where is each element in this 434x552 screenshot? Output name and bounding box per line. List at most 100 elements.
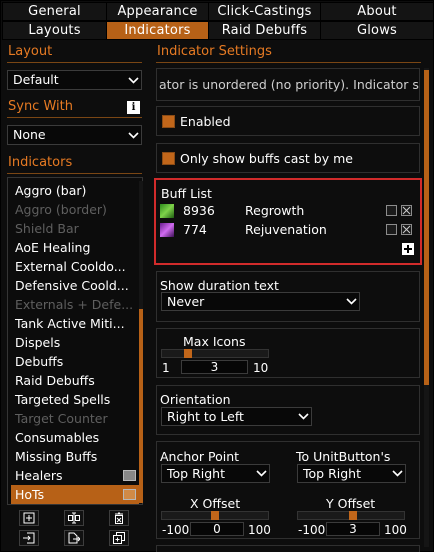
- buff-name: Regrowth: [245, 203, 305, 218]
- orientation-box: Orientation Right to Left: [156, 385, 420, 435]
- settings-scrollbar[interactable]: [424, 68, 429, 547]
- max-icons-max: 10: [253, 361, 269, 375]
- next-section-box: [156, 545, 420, 552]
- buff-id: 8936: [183, 203, 215, 218]
- y-offset-slider-thumb[interactable]: [349, 511, 357, 520]
- duration-dropdown[interactable]: Never: [161, 292, 360, 311]
- orientation-dropdown-value: Right to Left: [167, 409, 244, 424]
- list-item[interactable]: Missing Buffs: [11, 447, 139, 466]
- tab-glows[interactable]: Glows: [320, 21, 434, 40]
- divider: [156, 62, 421, 63]
- rename-icon[interactable]: [64, 510, 84, 526]
- close-icon[interactable]: [401, 224, 412, 235]
- list-item[interactable]: Raid Debuffs: [11, 371, 139, 390]
- sync-dropdown-value: None: [13, 127, 46, 142]
- sync-with-title: Sync With: [8, 99, 73, 114]
- enabled-label: Enabled: [180, 114, 231, 129]
- indicators-window: General Appearance Click-Castings About …: [0, 0, 434, 552]
- list-item[interactable]: Aggro (bar): [11, 181, 139, 200]
- chevron-down-icon: [343, 293, 359, 310]
- buff-row[interactable]: 774 Rejuvenation: [160, 221, 416, 238]
- list-scrollbar[interactable]: [139, 181, 143, 503]
- list-item-healers[interactable]: Healers: [11, 466, 139, 485]
- list-item[interactable]: Targeted Spells: [11, 390, 139, 409]
- settings-scrollbar-thumb[interactable]: [424, 70, 429, 385]
- orientation-dropdown[interactable]: Right to Left: [161, 407, 312, 426]
- list-item-label: HoTs: [15, 487, 45, 502]
- list-item[interactable]: Shield Bar: [11, 219, 139, 238]
- chevron-down-icon: [295, 408, 311, 425]
- anchor-point-label: Anchor Point: [160, 449, 240, 464]
- y-offset-min: -100: [298, 523, 326, 537]
- close-icon[interactable]: [401, 205, 412, 216]
- info-icon[interactable]: i: [127, 101, 140, 114]
- divider: [7, 173, 142, 174]
- buff-row[interactable]: 8936 Regrowth: [160, 202, 416, 219]
- tab-raid-debuffs[interactable]: Raid Debuffs: [208, 21, 321, 40]
- enabled-box: Enabled: [156, 106, 420, 136]
- divider: [7, 62, 142, 63]
- max-icons-slider-thumb[interactable]: [184, 349, 192, 358]
- tab-indicators[interactable]: Indicators: [106, 21, 209, 40]
- settings-scroll-area: ator is unordered (no priority). Indicat…: [153, 65, 423, 552]
- x-offset-min: -100: [162, 523, 190, 537]
- export-icon[interactable]: [64, 530, 84, 546]
- tab-click-castings[interactable]: Click-Castings: [208, 2, 321, 21]
- list-item[interactable]: Externals + Defe...: [11, 295, 139, 314]
- list-item[interactable]: AoE Healing: [11, 238, 139, 257]
- orientation-label: Orientation: [160, 392, 231, 407]
- sync-dropdown[interactable]: None: [7, 125, 142, 145]
- image-icon: [123, 470, 136, 481]
- x-offset-input[interactable]: 0: [190, 522, 244, 536]
- delete-icon[interactable]: [109, 510, 129, 526]
- import-icon[interactable]: [19, 530, 39, 546]
- add-icon[interactable]: [19, 510, 39, 526]
- divider: [7, 117, 142, 118]
- y-offset-input[interactable]: 3: [326, 522, 380, 536]
- to-unitbutton-dropdown[interactable]: Top Right: [297, 464, 406, 483]
- list-item[interactable]: Debuffs: [11, 352, 139, 371]
- add-buff-icon[interactable]: [402, 243, 414, 255]
- indicator-settings-title: Indicator Settings: [157, 44, 272, 59]
- layout-title: Layout: [8, 44, 53, 59]
- own-buffs-checkbox[interactable]: [162, 152, 175, 165]
- max-icons-slider[interactable]: [161, 349, 269, 358]
- list-item[interactable]: Defensive Coold...: [11, 276, 139, 295]
- to-unitbutton-value: Top Right: [303, 466, 361, 481]
- list-scrollbar-thumb[interactable]: [139, 309, 143, 503]
- to-unitbutton-label: To UnitButton's: [296, 449, 391, 464]
- buff-list-box: Buff List 8936 Regrowth 774 Rejuvenation: [154, 178, 422, 265]
- anchor-point-dropdown[interactable]: Top Right: [161, 464, 270, 483]
- anchor-box: Anchor Point Top Right To UnitButton's T…: [156, 441, 420, 539]
- list-item-hots[interactable]: HoTs: [11, 485, 139, 504]
- info-icon[interactable]: [386, 205, 397, 216]
- list-item[interactable]: Dispels: [11, 333, 139, 352]
- enabled-checkbox[interactable]: [162, 115, 175, 128]
- x-offset-slider-thumb[interactable]: [211, 511, 219, 520]
- chevron-down-icon: [125, 126, 141, 144]
- layout-dropdown[interactable]: Default: [7, 70, 142, 90]
- duration-box: Show duration text Never: [156, 271, 420, 322]
- info-icon[interactable]: [386, 224, 397, 235]
- y-offset-label: Y Offset: [326, 496, 376, 511]
- list-item[interactable]: Consumables: [11, 428, 139, 447]
- tab-appearance[interactable]: Appearance: [106, 2, 209, 21]
- layout-dropdown-value: Default: [13, 72, 59, 87]
- list-item[interactable]: Target Counter: [11, 409, 139, 428]
- max-icons-label: Max Icons: [183, 334, 246, 349]
- description-text: ator is unordered (no priority). Indicat…: [159, 77, 419, 92]
- tab-general[interactable]: General: [2, 2, 107, 21]
- y-offset-max: 100: [384, 523, 407, 537]
- buff-list-title: Buff List: [161, 186, 212, 201]
- tab-about[interactable]: About: [320, 2, 434, 21]
- max-icons-input[interactable]: 3: [181, 360, 248, 374]
- list-item[interactable]: Aggro (border): [11, 200, 139, 219]
- chevron-down-icon: [389, 465, 405, 482]
- chevron-down-icon: [125, 71, 141, 89]
- list-item[interactable]: Tank Active Miti...: [11, 314, 139, 333]
- own-buffs-box: Only show buffs cast by me: [156, 143, 420, 173]
- image-icon: [123, 489, 136, 500]
- list-item[interactable]: External Cooldo...: [11, 257, 139, 276]
- copy-icon[interactable]: [109, 530, 129, 546]
- tab-layouts[interactable]: Layouts: [2, 21, 107, 40]
